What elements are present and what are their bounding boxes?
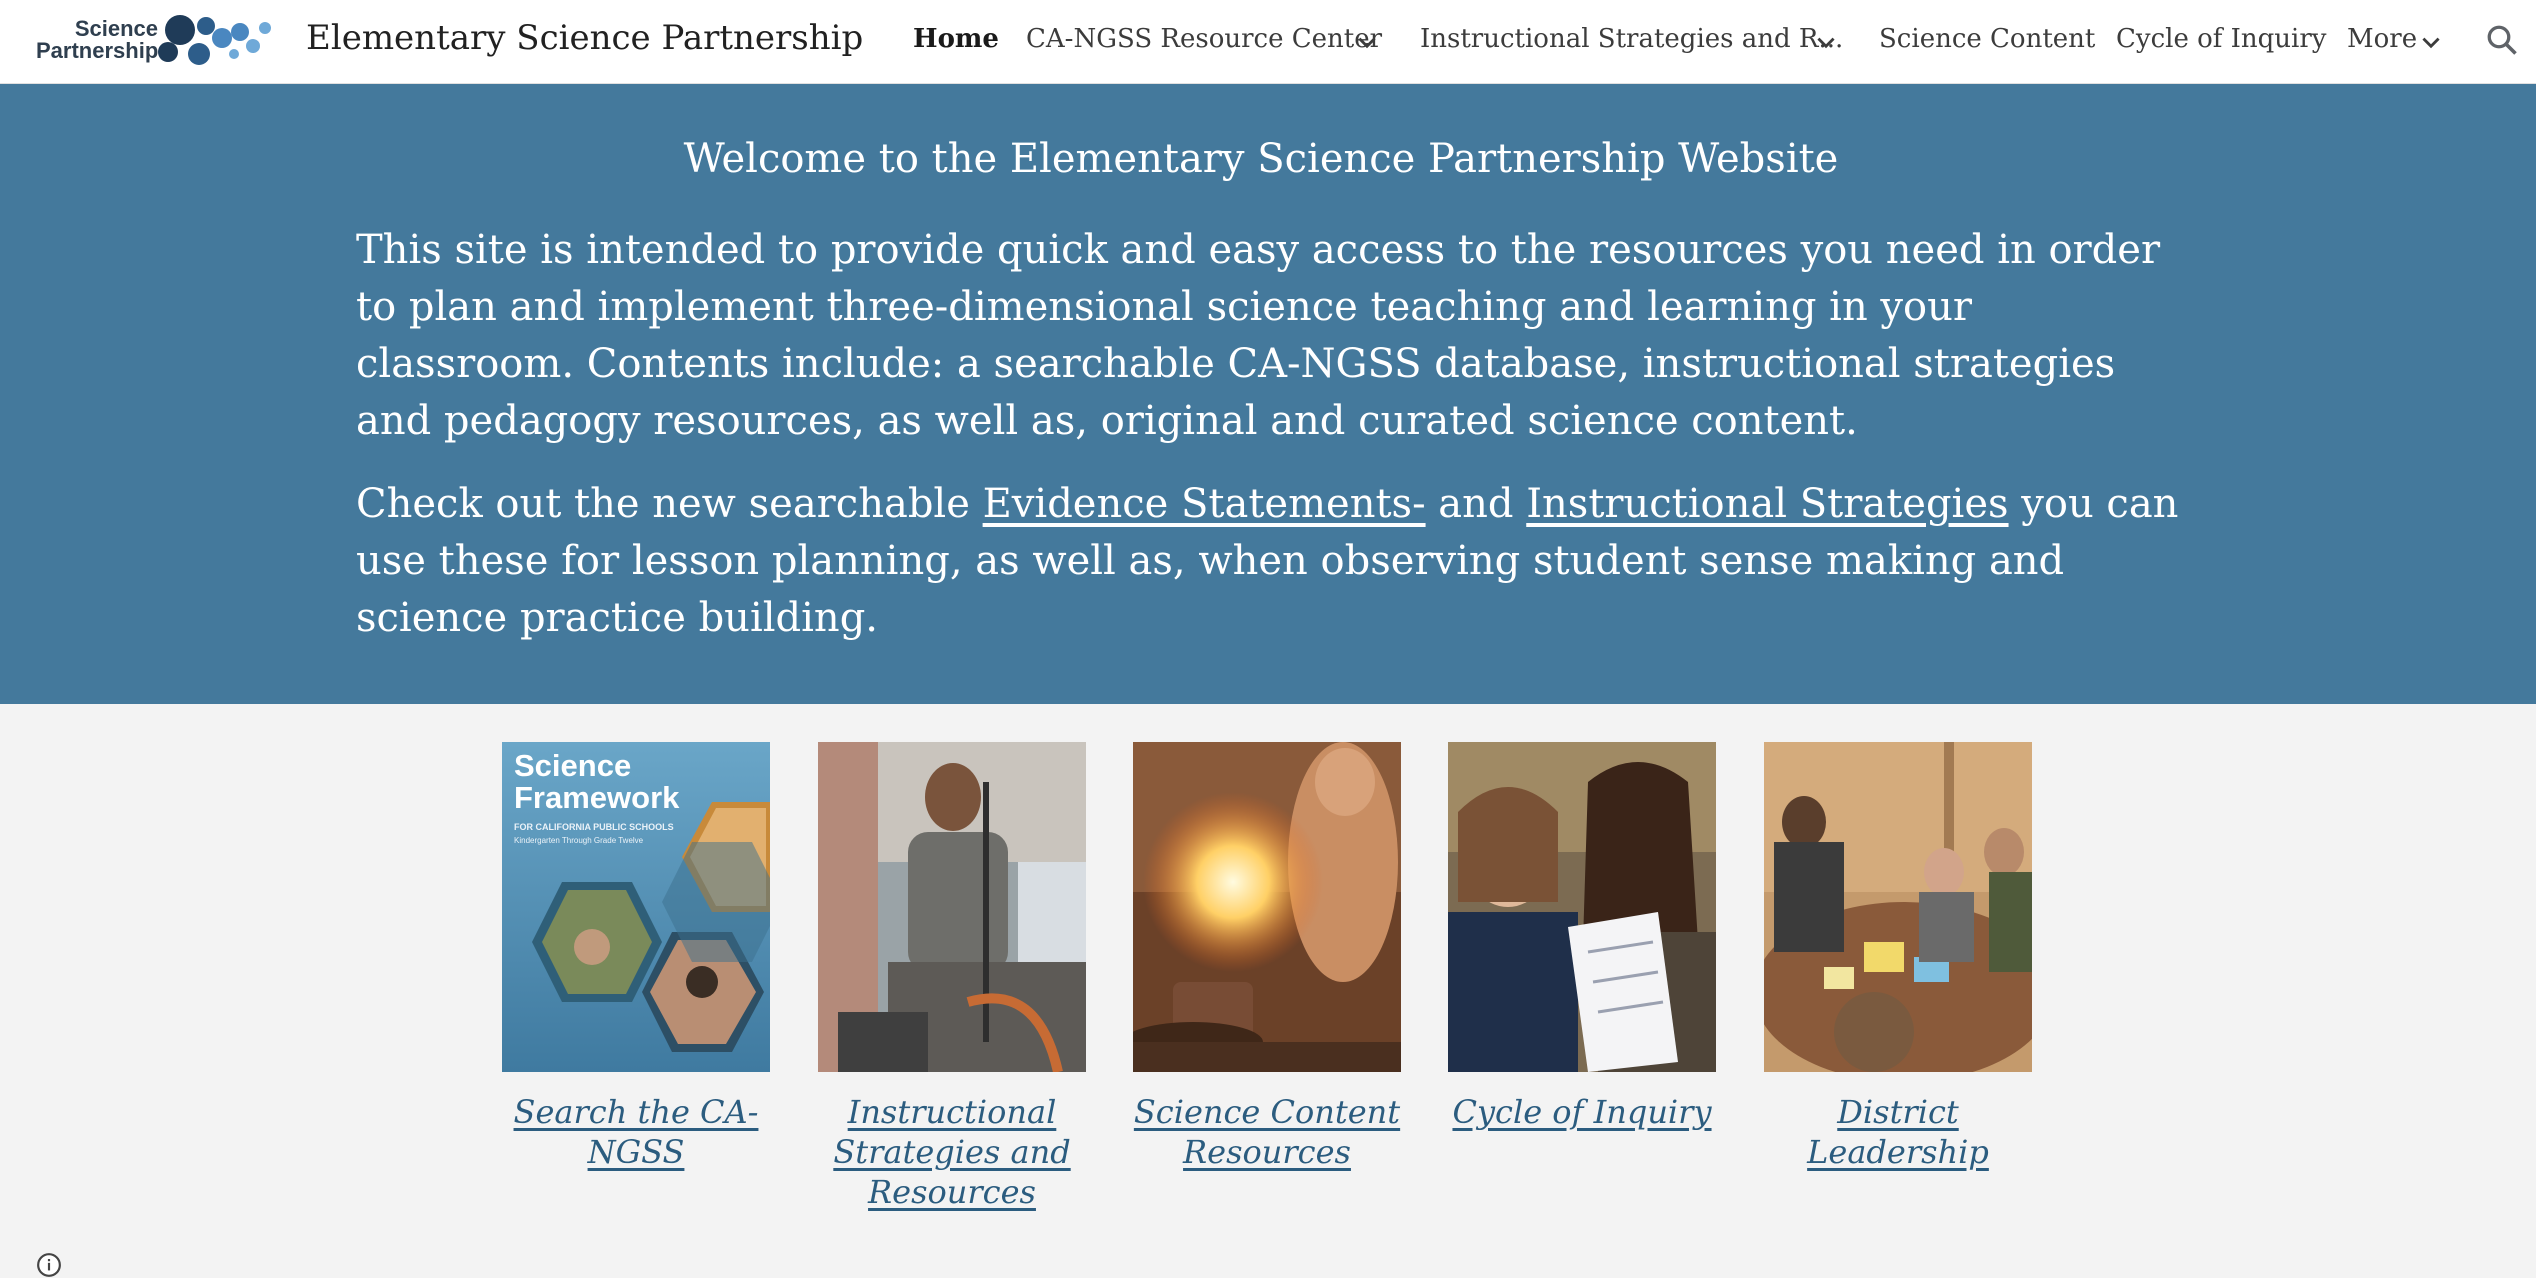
cover-subtitle: FOR CALIFORNIA PUBLIC SCHOOLS: [514, 822, 674, 832]
intro-paragraph: This site is intended to provide quick a…: [356, 227, 2161, 444]
teachers-reading-photo[interactable]: [1448, 742, 1716, 1072]
search-icon[interactable]: [2484, 22, 2520, 58]
group-table-photo[interactable]: [1764, 742, 2032, 1072]
cover-title-1: Science: [514, 748, 631, 783]
teacher-lab-photo[interactable]: [818, 742, 1086, 1072]
announcement-paragraph: Check out the new searchable Evidence St…: [356, 481, 2179, 641]
info-icon[interactable]: [36, 1252, 62, 1278]
chevron-down-icon[interactable]: [1354, 30, 1380, 56]
flame-experiment-photo[interactable]: [1133, 742, 1401, 1072]
card-link-search-ca-ngss[interactable]: Search the CA-NGSS: [482, 1092, 790, 1172]
instructional-strategies-link[interactable]: Instructional Strategies: [1526, 481, 2008, 527]
banner-heading: Welcome to the Elementary Science Partne…: [683, 136, 1839, 182]
nav-more[interactable]: More: [2347, 24, 2417, 54]
chevron-down-icon[interactable]: [1813, 30, 1839, 56]
nav-cycle-of-inquiry[interactable]: Cycle of Inquiry: [2116, 24, 2327, 54]
chevron-down-icon[interactable]: [2418, 30, 2444, 56]
site-header: Science Partnership Elementary Science P…: [0, 0, 2536, 84]
card-link-district-leadership[interactable]: District Leadership: [1744, 1092, 2052, 1172]
card-link-science-content[interactable]: Science Content Resources: [1113, 1092, 1421, 1172]
welcome-banner: Welcome to the Elementary Science Partne…: [0, 84, 2536, 704]
evidence-statements-link[interactable]: Evidence Statements-: [983, 481, 1426, 527]
nav-science-content[interactable]: Science Content: [1879, 24, 2095, 54]
nav-ca-ngss-resource-center[interactable]: CA-NGSS Resource Center: [1026, 24, 1382, 54]
nav-home[interactable]: Home: [913, 24, 999, 54]
science-framework-cover-image[interactable]: Science Framework FOR CALIFORNIA PUBLIC …: [502, 742, 770, 1072]
card-link-instructional-strategies[interactable]: Instructional Strategies and Resources: [798, 1092, 1106, 1212]
card-link-cycle-of-inquiry[interactable]: Cycle of Inquiry: [1428, 1092, 1736, 1132]
top-nav: Home CA-NGSS Resource Center Instruction…: [0, 0, 2536, 84]
cover-title-2: Framework: [514, 780, 680, 815]
nav-instructional-strategies[interactable]: Instructional Strategies and R...: [1420, 24, 1843, 54]
cover-subtitle-2: Kindergarten Through Grade Twelve: [514, 836, 644, 845]
